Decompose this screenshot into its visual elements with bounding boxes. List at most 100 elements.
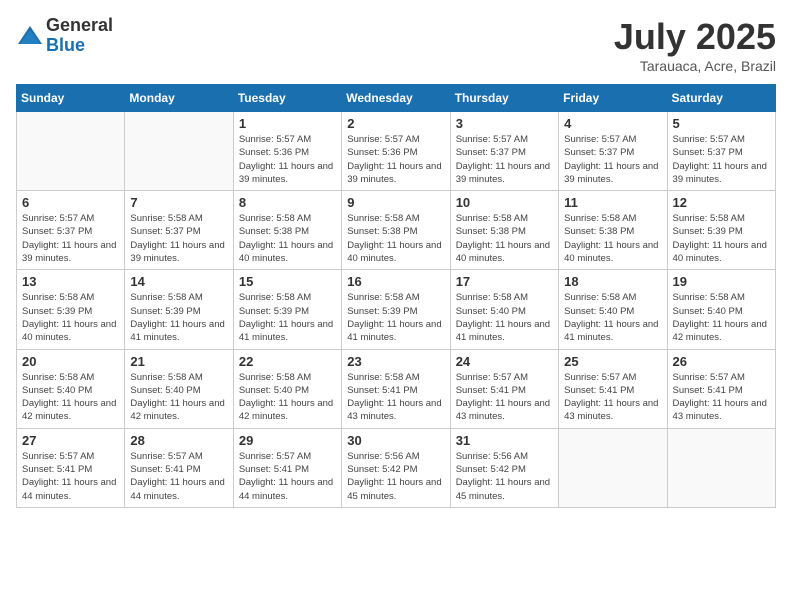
day-info: Sunrise: 5:58 AM Sunset: 5:40 PM Dayligh… <box>239 371 336 424</box>
day-info: Sunrise: 5:58 AM Sunset: 5:38 PM Dayligh… <box>564 212 661 265</box>
day-number: 10 <box>456 195 553 210</box>
day-number: 29 <box>239 433 336 448</box>
day-number: 4 <box>564 116 661 131</box>
day-info: Sunrise: 5:58 AM Sunset: 5:39 PM Dayligh… <box>347 291 444 344</box>
weekday-header: Tuesday <box>233 85 341 112</box>
calendar-cell: 13 Sunrise: 5:58 AM Sunset: 5:39 PM Dayli… <box>17 270 125 349</box>
day-info: Sunrise: 5:58 AM Sunset: 5:38 PM Dayligh… <box>239 212 336 265</box>
logo-blue-text: Blue <box>46 36 113 56</box>
day-info: Sunrise: 5:58 AM Sunset: 5:40 PM Dayligh… <box>22 371 119 424</box>
location-title: Tarauaca, Acre, Brazil <box>614 58 776 74</box>
calendar-cell <box>667 428 775 507</box>
calendar-cell: 19Sunrise: 5:58 AM Sunset: 5:40 PM Dayli… <box>667 270 775 349</box>
weekday-header: Friday <box>559 85 667 112</box>
calendar-cell: 9Sunrise: 5:58 AM Sunset: 5:38 PM Daylig… <box>342 191 450 270</box>
month-title: July 2025 <box>614 16 776 58</box>
day-info: Sunrise: 5:58 AM Sunset: 5:40 PM Dayligh… <box>673 291 770 344</box>
day-info: Sunrise: 5:57 AM Sunset: 5:37 PM Dayligh… <box>456 133 553 186</box>
day-info: Sunrise: 5:58 AM Sunset: 5:39 PM Dayligh… <box>130 291 227 344</box>
weekday-header: Monday <box>125 85 233 112</box>
day-number: 27 <box>22 433 119 448</box>
day-info: Sunrise: 5:58 AM Sunset: 5:39 PM Dayligh… <box>673 212 770 265</box>
calendar-cell <box>17 112 125 191</box>
calendar-week-row: 1 Sunrise: 5:57 AM Sunset: 5:36 PM Daylig… <box>17 112 776 191</box>
day-number: 30 <box>347 433 444 448</box>
day-info: Sunrise: 5:57 AM Sunset: 5:41 PM Dayligh… <box>130 450 227 503</box>
calendar-week-row: 27 Sunrise: 5:57 AM Sunset: 5:41 PM Dayli… <box>17 428 776 507</box>
page-header: General Blue July 2025 Tarauaca, Acre, B… <box>16 16 776 74</box>
day-info: Sunrise: 5:57 AM Sunset: 5:36 PM Dayligh… <box>347 133 444 186</box>
logo-icon <box>16 22 44 50</box>
calendar-cell: 14 Sunrise: 5:58 AM Sunset: 5:39 PM Dayli… <box>125 270 233 349</box>
calendar-cell: 2 Sunrise: 5:57 AM Sunset: 5:36 PM Daylig… <box>342 112 450 191</box>
weekday-header: Wednesday <box>342 85 450 112</box>
day-number: 12 <box>673 195 770 210</box>
weekday-header: Sunday <box>17 85 125 112</box>
calendar-cell <box>559 428 667 507</box>
day-info: Sunrise: 5:58 AM Sunset: 5:39 PM Dayligh… <box>239 291 336 344</box>
day-info: Sunrise: 5:58 AM Sunset: 5:40 PM Dayligh… <box>564 291 661 344</box>
day-number: 17 <box>456 274 553 289</box>
calendar-cell: 30 Sunrise: 5:56 AM Sunset: 5:42 PM Dayli… <box>342 428 450 507</box>
day-number: 13 <box>22 274 119 289</box>
day-info: Sunrise: 5:57 AM Sunset: 5:41 PM Dayligh… <box>239 450 336 503</box>
weekday-header: Saturday <box>667 85 775 112</box>
calendar-cell <box>125 112 233 191</box>
day-info: Sunrise: 5:57 AM Sunset: 5:41 PM Dayligh… <box>22 450 119 503</box>
calendar-cell: 17 Sunrise: 5:58 AM Sunset: 5:40 PM Dayli… <box>450 270 558 349</box>
logo: General Blue <box>16 16 113 56</box>
day-info: Sunrise: 5:58 AM Sunset: 5:40 PM Dayligh… <box>130 371 227 424</box>
day-number: 24 <box>456 354 553 369</box>
calendar-cell: 6Sunrise: 5:57 AM Sunset: 5:37 PM Daylig… <box>17 191 125 270</box>
day-number: 15 <box>239 274 336 289</box>
calendar-cell: 10Sunrise: 5:58 AM Sunset: 5:38 PM Dayli… <box>450 191 558 270</box>
calendar-table: SundayMondayTuesdayWednesdayThursdayFrid… <box>16 84 776 508</box>
day-info: Sunrise: 5:57 AM Sunset: 5:37 PM Dayligh… <box>564 133 661 186</box>
day-info: Sunrise: 5:58 AM Sunset: 5:41 PM Dayligh… <box>347 371 444 424</box>
day-number: 25 <box>564 354 661 369</box>
day-info: Sunrise: 5:56 AM Sunset: 5:42 PM Dayligh… <box>347 450 444 503</box>
calendar-cell: 24 Sunrise: 5:57 AM Sunset: 5:41 PM Dayli… <box>450 349 558 428</box>
calendar-cell: 3Sunrise: 5:57 AM Sunset: 5:37 PM Daylig… <box>450 112 558 191</box>
day-number: 20 <box>22 354 119 369</box>
day-info: Sunrise: 5:58 AM Sunset: 5:40 PM Dayligh… <box>456 291 553 344</box>
day-number: 9 <box>347 195 444 210</box>
calendar-week-row: 13 Sunrise: 5:58 AM Sunset: 5:39 PM Dayli… <box>17 270 776 349</box>
calendar-cell: 22Sunrise: 5:58 AM Sunset: 5:40 PM Dayli… <box>233 349 341 428</box>
day-number: 14 <box>130 274 227 289</box>
calendar-cell: 23 Sunrise: 5:58 AM Sunset: 5:41 PM Dayli… <box>342 349 450 428</box>
title-area: July 2025 Tarauaca, Acre, Brazil <box>614 16 776 74</box>
calendar-cell: 1 Sunrise: 5:57 AM Sunset: 5:36 PM Daylig… <box>233 112 341 191</box>
calendar-cell: 4 Sunrise: 5:57 AM Sunset: 5:37 PM Daylig… <box>559 112 667 191</box>
day-info: Sunrise: 5:57 AM Sunset: 5:36 PM Dayligh… <box>239 133 336 186</box>
calendar-cell: 28 Sunrise: 5:57 AM Sunset: 5:41 PM Dayli… <box>125 428 233 507</box>
day-info: Sunrise: 5:57 AM Sunset: 5:41 PM Dayligh… <box>456 371 553 424</box>
calendar-cell: 31Sunrise: 5:56 AM Sunset: 5:42 PM Dayli… <box>450 428 558 507</box>
day-number: 18 <box>564 274 661 289</box>
day-number: 28 <box>130 433 227 448</box>
weekday-header-row: SundayMondayTuesdayWednesdayThursdayFrid… <box>17 85 776 112</box>
day-number: 31 <box>456 433 553 448</box>
calendar-cell: 26Sunrise: 5:57 AM Sunset: 5:41 PM Dayli… <box>667 349 775 428</box>
calendar-cell: 12 Sunrise: 5:58 AM Sunset: 5:39 PM Dayli… <box>667 191 775 270</box>
weekday-header: Thursday <box>450 85 558 112</box>
calendar-cell: 27 Sunrise: 5:57 AM Sunset: 5:41 PM Dayli… <box>17 428 125 507</box>
calendar-cell: 21 Sunrise: 5:58 AM Sunset: 5:40 PM Dayli… <box>125 349 233 428</box>
calendar-week-row: 6Sunrise: 5:57 AM Sunset: 5:37 PM Daylig… <box>17 191 776 270</box>
calendar-cell: 11 Sunrise: 5:58 AM Sunset: 5:38 PM Dayli… <box>559 191 667 270</box>
day-number: 8 <box>239 195 336 210</box>
calendar-cell: 18 Sunrise: 5:58 AM Sunset: 5:40 PM Dayli… <box>559 270 667 349</box>
day-number: 23 <box>347 354 444 369</box>
day-number: 21 <box>130 354 227 369</box>
calendar-cell: 5Sunrise: 5:57 AM Sunset: 5:37 PM Daylig… <box>667 112 775 191</box>
day-number: 1 <box>239 116 336 131</box>
day-number: 26 <box>673 354 770 369</box>
day-info: Sunrise: 5:58 AM Sunset: 5:39 PM Dayligh… <box>22 291 119 344</box>
calendar-cell: 7Sunrise: 5:58 AM Sunset: 5:37 PM Daylig… <box>125 191 233 270</box>
day-info: Sunrise: 5:58 AM Sunset: 5:37 PM Dayligh… <box>130 212 227 265</box>
calendar-week-row: 20 Sunrise: 5:58 AM Sunset: 5:40 PM Dayli… <box>17 349 776 428</box>
day-info: Sunrise: 5:57 AM Sunset: 5:41 PM Dayligh… <box>564 371 661 424</box>
calendar-cell: 20 Sunrise: 5:58 AM Sunset: 5:40 PM Dayli… <box>17 349 125 428</box>
day-number: 11 <box>564 195 661 210</box>
day-number: 2 <box>347 116 444 131</box>
